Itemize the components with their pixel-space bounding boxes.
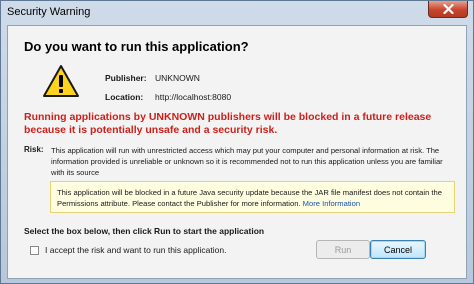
dialog-content: Do you want to run this application? Pub… [7, 25, 467, 279]
publisher-label: Publisher: [105, 73, 147, 83]
cancel-button[interactable]: Cancel [370, 240, 426, 259]
location-label: Location: [105, 92, 144, 102]
accept-risk-checkbox[interactable] [30, 245, 39, 255]
close-icon [442, 4, 454, 14]
publisher-value: UNKNOWN [155, 73, 200, 83]
risk-description: This application will run with unrestric… [51, 146, 443, 177]
location-value: http://localhost:8080 [155, 92, 232, 102]
warning-triangle-icon [43, 65, 79, 97]
unknown-publisher-warning: Running applications by UNKNOWN publishe… [24, 111, 432, 136]
more-information-link[interactable]: More Information [303, 199, 360, 208]
dialog-heading: Do you want to run this application? [24, 39, 249, 54]
accept-risk-label[interactable]: I accept the risk and want to run this a… [45, 245, 226, 255]
title-bar[interactable]: Security Warning [1, 1, 473, 25]
blocked-notice-text: This application will be blocked in a fu… [57, 188, 442, 208]
select-instruction: Select the box below, then click Run to … [24, 226, 265, 236]
close-button[interactable] [428, 1, 468, 18]
risk-label: Risk: [24, 145, 44, 154]
window-title: Security Warning [7, 6, 91, 18]
blocked-notice-box: This application will be blocked in a fu… [50, 181, 455, 213]
accept-risk-row[interactable]: I accept the risk and want to run this a… [30, 245, 226, 255]
security-warning-window: Security Warning Do you want to run this… [0, 0, 474, 284]
run-button[interactable]: Run [316, 240, 370, 259]
